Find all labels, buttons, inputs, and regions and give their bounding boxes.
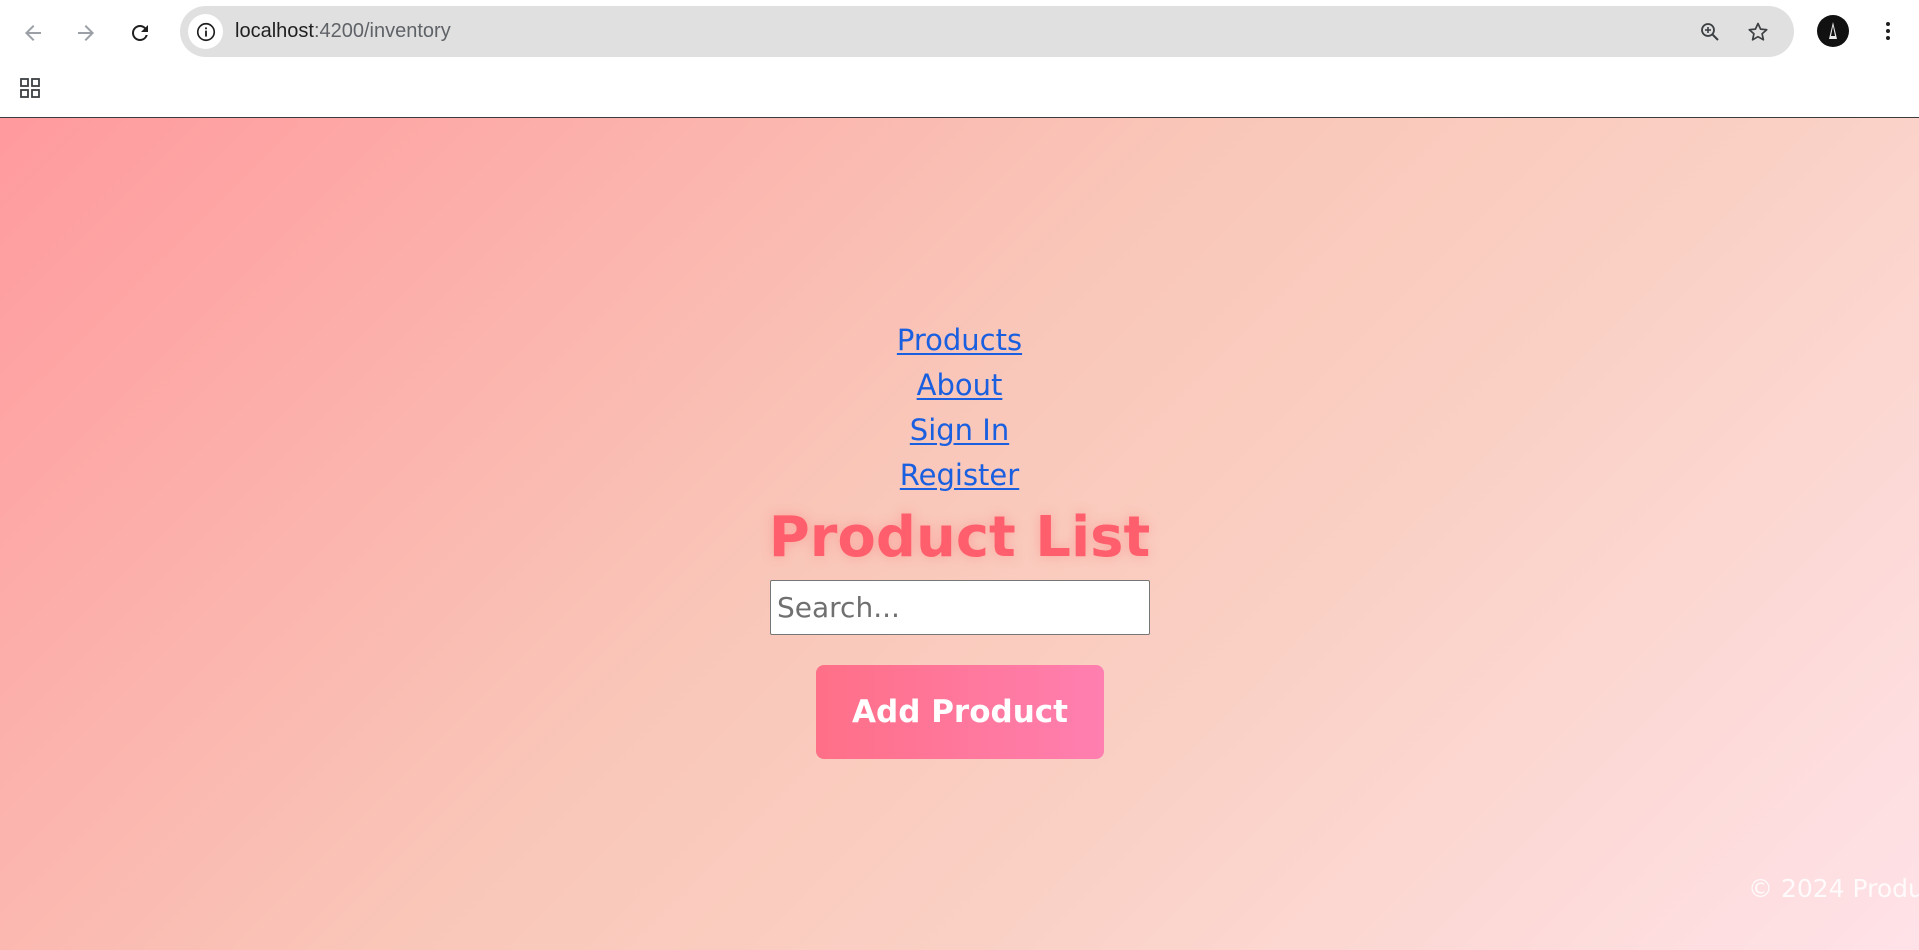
nav-link-register[interactable]: Register bbox=[900, 453, 1019, 498]
page-content: Products About Sign In Register Product … bbox=[0, 118, 1919, 950]
url-host: localhost bbox=[235, 20, 314, 42]
info-icon bbox=[196, 22, 215, 41]
forward-button[interactable] bbox=[66, 13, 106, 53]
zoom-in-icon bbox=[1701, 23, 1719, 41]
profile-avatar[interactable] bbox=[1817, 15, 1849, 47]
nav-link-products[interactable]: Products bbox=[897, 318, 1022, 363]
apps-button[interactable] bbox=[14, 72, 46, 104]
url-text[interactable]: localhost:4200/inventory bbox=[235, 6, 451, 57]
nav-link-sign-in[interactable]: Sign In bbox=[910, 408, 1009, 453]
reload-button[interactable] bbox=[120, 13, 160, 53]
back-button[interactable] bbox=[13, 13, 53, 53]
footer-copyright: © 2024 Produ bbox=[1748, 874, 1919, 903]
url-path: :4200/inventory bbox=[313, 20, 451, 42]
reload-icon bbox=[132, 25, 148, 41]
page-title: Product List bbox=[768, 505, 1151, 570]
arrow-right-icon bbox=[78, 25, 94, 41]
address-bar[interactable]: localhost:4200/inventory bbox=[180, 6, 1794, 57]
site-info-button[interactable] bbox=[188, 14, 223, 49]
profile-avatar-icon bbox=[1829, 22, 1837, 39]
apps-grid-icon bbox=[20, 78, 40, 98]
star-icon bbox=[1748, 22, 1768, 41]
browser-chrome: localhost:4200/inventory bbox=[0, 0, 1919, 118]
nav-link-about[interactable]: About bbox=[917, 363, 1003, 408]
add-product-button[interactable]: Add Product bbox=[816, 665, 1104, 759]
main-nav: Products About Sign In Register bbox=[0, 318, 1919, 498]
kebab-menu-icon bbox=[1886, 22, 1890, 40]
arrow-left-icon bbox=[25, 25, 41, 41]
search-input[interactable] bbox=[770, 580, 1150, 635]
zoom-button[interactable] bbox=[1693, 15, 1727, 49]
browser-menu-button[interactable] bbox=[1870, 13, 1906, 49]
bookmark-button[interactable] bbox=[1741, 15, 1775, 49]
